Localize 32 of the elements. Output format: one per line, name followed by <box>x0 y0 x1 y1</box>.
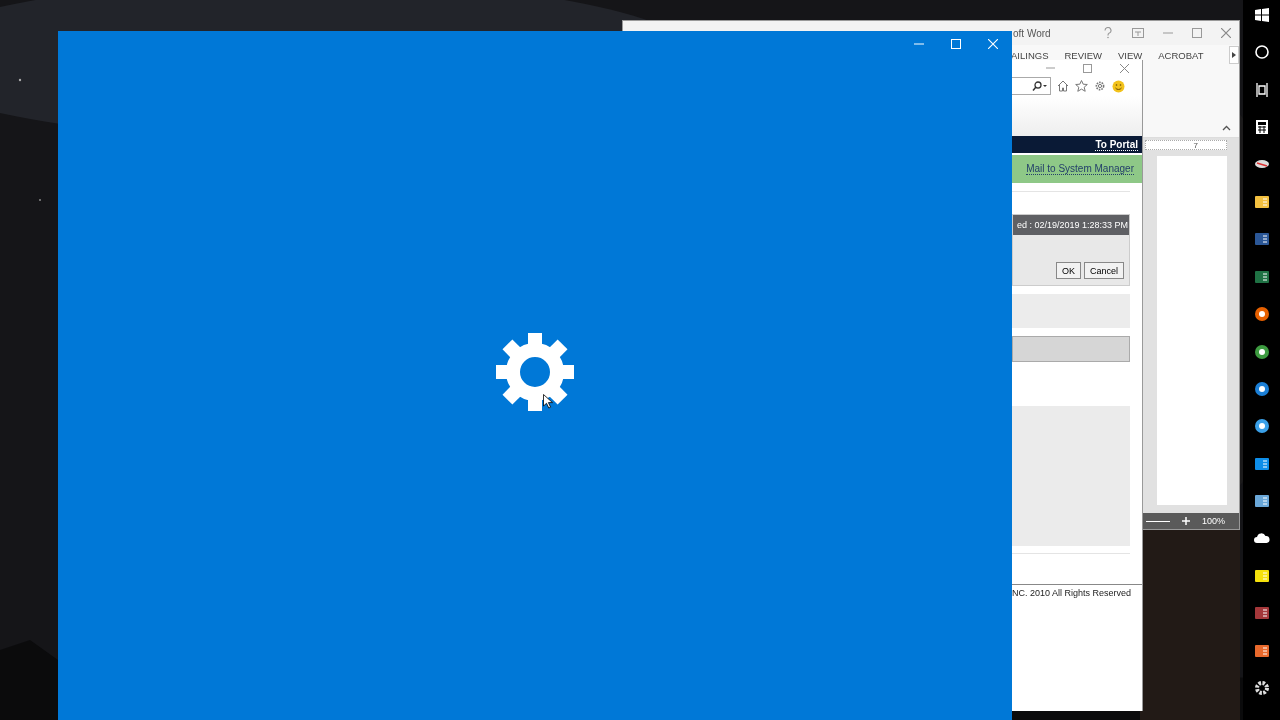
dialog-button[interactable]: OK <box>1055 262 1081 279</box>
ribbon-tab[interactable]: ACROBAT <box>1158 49 1204 61</box>
circle-icon[interactable] <box>1253 44 1270 61</box>
home-icon[interactable] <box>1057 80 1069 92</box>
window-title: oft Word <box>1013 27 1051 39</box>
copyright-text: NC. 2010 All Rights Reserved <box>1012 588 1132 598</box>
settings-icon[interactable] <box>1094 80 1106 92</box>
close-icon[interactable] <box>1120 63 1129 73</box>
task-view-icon[interactable] <box>1253 81 1270 98</box>
collapse-ribbon-icon[interactable] <box>1222 125 1231 131</box>
zoom-in-icon[interactable] <box>1181 517 1190 525</box>
caret-icon <box>1232 52 1236 58</box>
dialog-header: ed : 02/19/2019 1:28:33 PM <box>1013 215 1129 235</box>
gear-icon[interactable] <box>1253 680 1270 697</box>
calculator-icon[interactable] <box>1253 119 1270 136</box>
zoom-level[interactable]: 100% <box>1201 516 1225 526</box>
scroll-right-button[interactable] <box>1229 46 1239 64</box>
ribbon-tab[interactable]: REVIEW <box>1064 49 1102 61</box>
windows-logo-icon[interactable] <box>1253 7 1270 23</box>
ribbon-display-icon[interactable] <box>1132 28 1144 38</box>
ribbon-tab[interactable]: AILINGS <box>1011 49 1049 61</box>
gear-icon <box>496 332 574 411</box>
ribbon-tab[interactable]: VIEW <box>1118 49 1143 61</box>
close-icon[interactable] <box>1221 28 1231 38</box>
mouse-pointer-icon <box>543 394 553 409</box>
smiley-icon[interactable] <box>1112 79 1125 93</box>
star-icon[interactable] <box>1075 80 1088 92</box>
ruler-number: 7 <box>1193 140 1198 150</box>
search-icon[interactable] <box>1032 81 1048 91</box>
maximize-icon[interactable] <box>1192 28 1202 38</box>
maximize-icon[interactable] <box>1083 63 1092 73</box>
dialog-button[interactable]: Cancel <box>1084 262 1124 279</box>
